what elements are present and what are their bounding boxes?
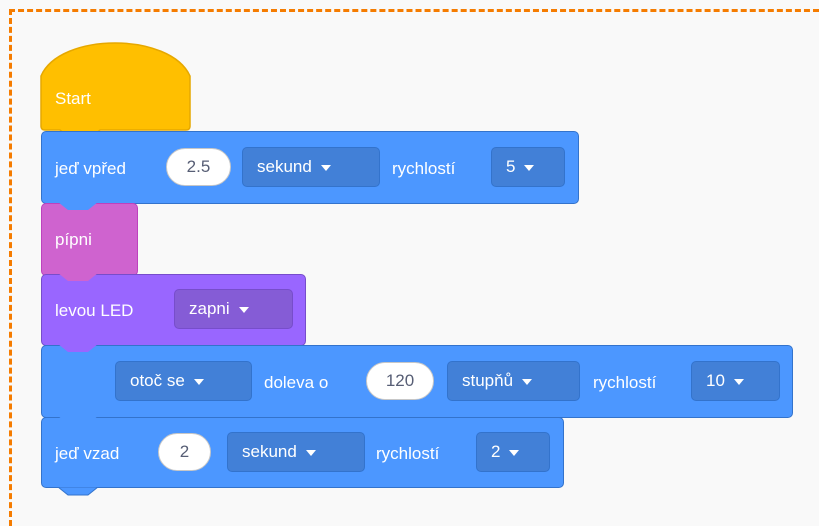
- drive-forward-speed-dropdown[interactable]: 5: [491, 147, 565, 187]
- drive-forward-duration-input[interactable]: 2.5: [166, 148, 231, 186]
- beep-label: pípni: [55, 230, 92, 249]
- drive-backward-speed-dropdown[interactable]: 2: [476, 432, 550, 472]
- chevron-down-icon: [193, 378, 204, 385]
- drive-backward-speed-label: rychlostí: [376, 444, 440, 463]
- chevron-down-icon: [524, 164, 535, 171]
- workspace-frame-top: [9, 9, 819, 12]
- drive-forward-unit-dropdown[interactable]: sekund: [242, 147, 380, 187]
- drive-forward-label: jeď vpřed: [55, 159, 126, 178]
- left-led-label: levou LED: [55, 301, 134, 320]
- drive-forward-unit-value: sekund: [257, 157, 312, 176]
- drive-backward-unit-dropdown[interactable]: sekund: [227, 432, 365, 472]
- bottom-connector-notch: [58, 487, 98, 496]
- drive-backward-duration-input[interactable]: 2: [158, 433, 211, 471]
- drive-backward-speed-value: 2: [491, 442, 501, 461]
- beep-connector-notch: [58, 202, 98, 210]
- workspace-frame-left: [9, 9, 12, 526]
- turn-direction-label: doleva o: [264, 373, 329, 392]
- turn-action-value: otoč se: [130, 371, 185, 390]
- start-label: Start: [55, 89, 91, 108]
- turn-speed-value: 10: [706, 371, 725, 390]
- drive-forward-speed-label: rychlostí: [392, 159, 456, 178]
- drive-backward-label: jeď vzad: [55, 444, 120, 463]
- chevron-down-icon: [238, 306, 249, 313]
- left-led-state-dropdown[interactable]: zapni: [174, 289, 293, 329]
- turn-angle-input[interactable]: 120: [366, 362, 434, 400]
- chevron-down-icon: [733, 378, 744, 385]
- turn-unit-value: stupňů: [462, 371, 514, 390]
- turn-speed-dropdown[interactable]: 10: [691, 361, 780, 401]
- chevron-down-icon: [305, 449, 316, 456]
- chevron-down-icon: [320, 164, 331, 171]
- turn-action-dropdown[interactable]: otoč se: [115, 361, 252, 401]
- turn-connector-notch: [58, 344, 98, 352]
- led-connector-notch: [58, 273, 98, 281]
- turn-speed-label: rychlostí: [593, 373, 657, 392]
- backward-connector-notch: [58, 416, 98, 424]
- drive-forward-speed-value: 5: [506, 157, 516, 176]
- drive-backward-unit-value: sekund: [242, 442, 297, 461]
- left-led-state-value: zapni: [189, 299, 230, 318]
- turn-unit-dropdown[interactable]: stupňů: [447, 361, 580, 401]
- chevron-down-icon: [522, 378, 533, 385]
- chevron-down-icon: [509, 449, 520, 456]
